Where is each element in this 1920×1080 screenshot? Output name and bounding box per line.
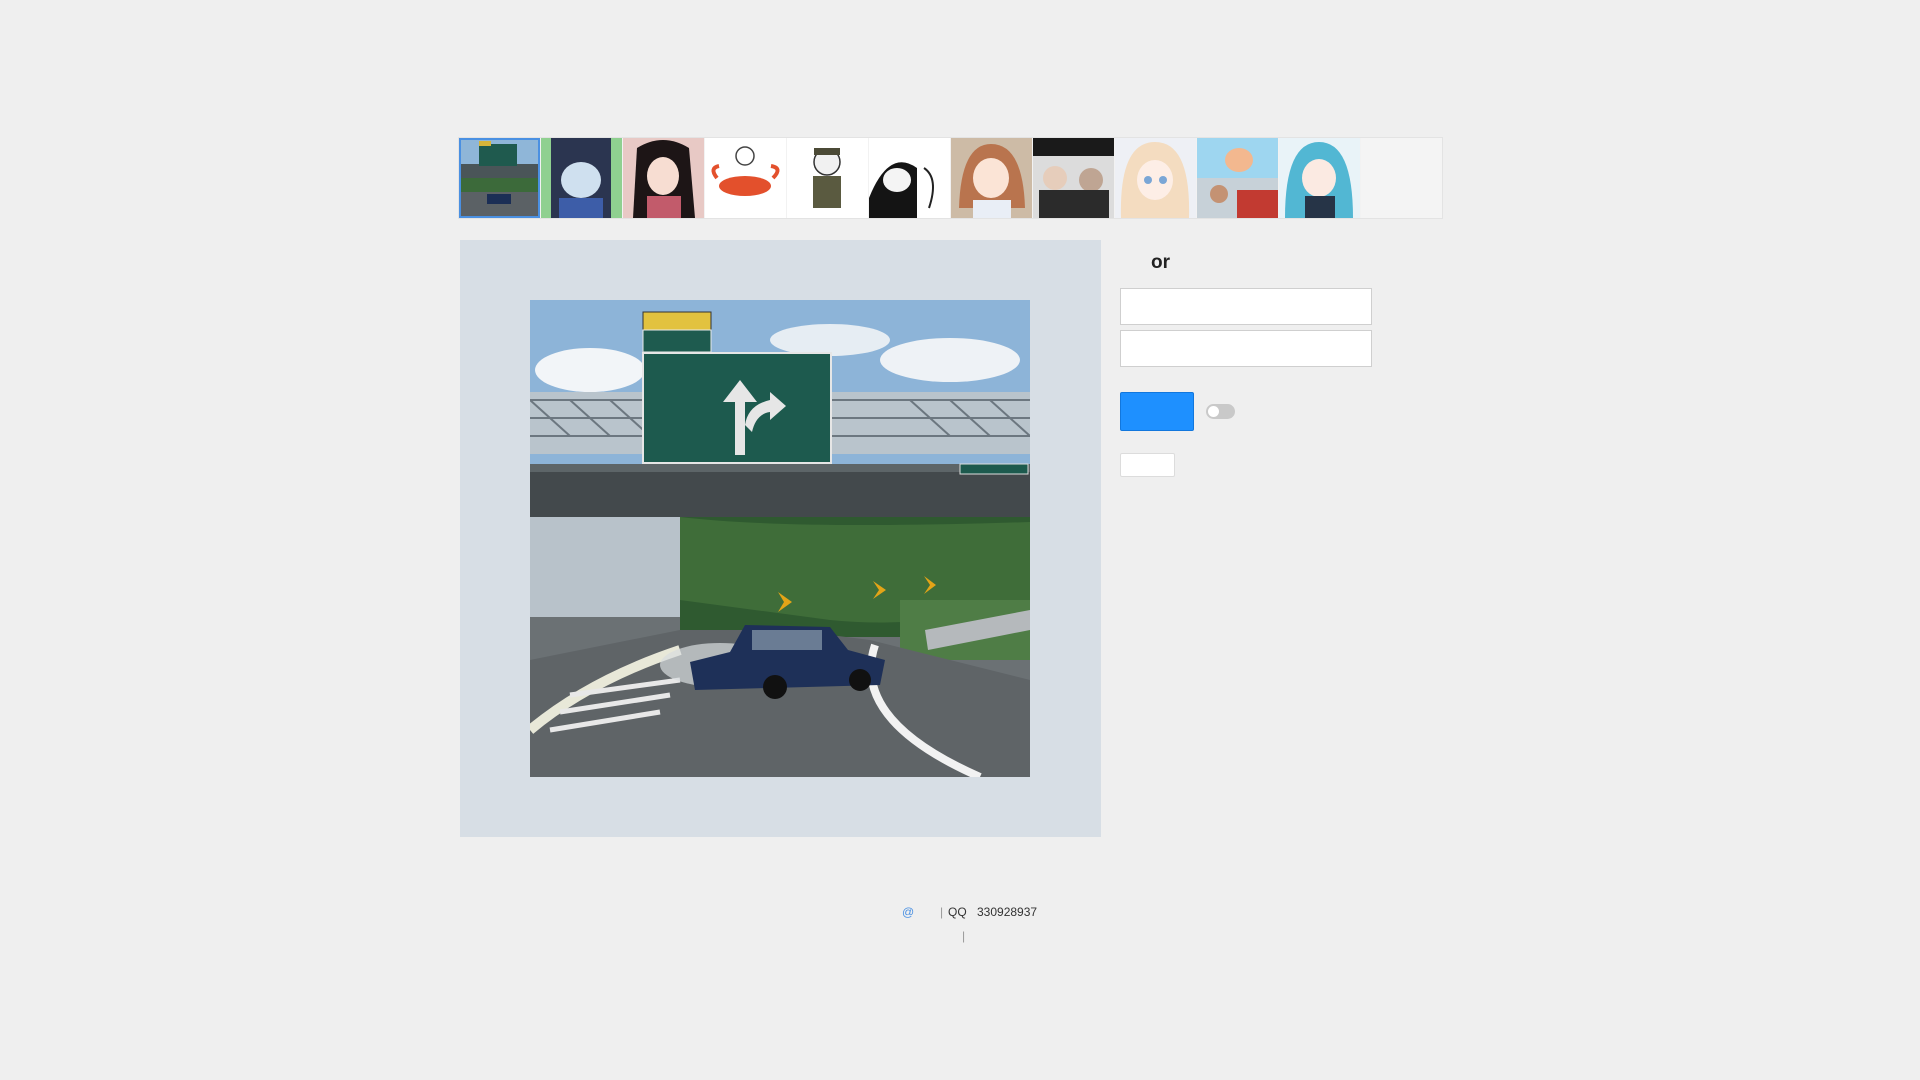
footer-at-link[interactable]: @ (902, 905, 914, 919)
preview-image-left-exit-meme[interactable] (530, 300, 1030, 777)
top-text-input[interactable] (1120, 288, 1372, 325)
or-label: or (1151, 252, 1170, 273)
footer-separator: | (940, 905, 944, 919)
thumb-men-reaction-image (1033, 138, 1114, 218)
toggle-switch[interactable] (1206, 404, 1235, 419)
thumb-anime-reaction-split-image (1197, 138, 1278, 218)
thumb-panda-soldier-image (787, 138, 868, 218)
bottom-text-input[interactable] (1120, 330, 1372, 367)
left-exit-meme-illustration (530, 300, 1030, 777)
thumb-panda-soldier[interactable] (787, 138, 868, 218)
thumb-anime-girl-brown-hair-image (951, 138, 1032, 218)
thumb-panda-face-pointing-image (869, 138, 950, 218)
thumb-anime-girl-black-hair-image (623, 138, 704, 218)
thumb-anime-girl-crying[interactable] (541, 138, 622, 218)
footer-qq-number: 330928937 (977, 905, 1038, 919)
template-thumbnail-strip (458, 137, 1443, 219)
thumb-left-exit-image (459, 138, 540, 218)
preview-panel (460, 240, 1101, 837)
thumb-men-reaction[interactable] (1033, 138, 1114, 218)
thumb-anime-girl-black-hair[interactable] (623, 138, 704, 218)
thumb-anime-girl-blue-hair[interactable] (1279, 138, 1360, 218)
toggle-knob (1208, 406, 1219, 417)
generate-button[interactable] (1120, 392, 1194, 431)
thumb-left-exit-meme[interactable] (459, 138, 540, 218)
thumb-lobster-sketch[interactable] (705, 138, 786, 218)
thumb-strip-empty-slot (1361, 138, 1442, 218)
footer-qq-label: QQ (948, 905, 967, 919)
thumb-anime-girl-blonde[interactable] (1115, 138, 1196, 218)
footer-second-line-separator: | (962, 929, 966, 943)
small-secondary-button[interactable] (1120, 453, 1175, 477)
thumb-panda-face-pointing[interactable] (869, 138, 950, 218)
thumb-lobster-sketch-image (705, 138, 786, 218)
thumb-anime-reaction-split[interactable] (1197, 138, 1278, 218)
thumb-anime-girl-blonde-image (1115, 138, 1196, 218)
thumb-anime-girl-blue-hair-image (1279, 138, 1360, 218)
thumb-anime-girl-crying-image (541, 138, 622, 218)
thumb-anime-girl-brown-hair[interactable] (951, 138, 1032, 218)
